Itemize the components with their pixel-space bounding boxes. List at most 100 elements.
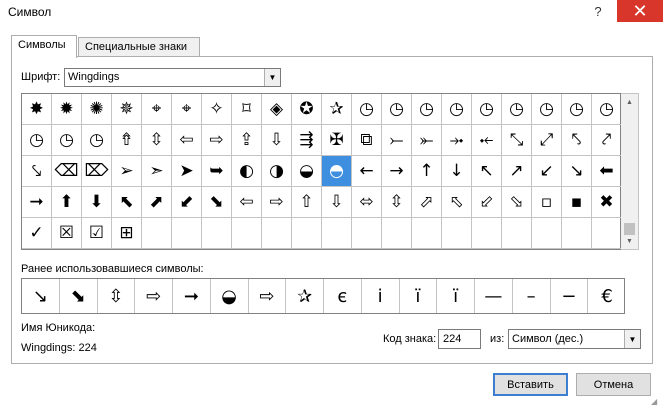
symbol-cell[interactable]: ⬊ (202, 187, 232, 218)
symbol-cell[interactable] (562, 218, 592, 249)
scroll-up-icon[interactable]: ▲ (621, 94, 638, 110)
tab-symbols[interactable]: Символы (11, 35, 77, 58)
symbol-cell[interactable]: ✺ (82, 94, 112, 125)
symbol-cell[interactable]: ◷ (82, 125, 112, 156)
symbol-cell[interactable]: ◑ (262, 156, 292, 187)
symbol-cell[interactable] (142, 218, 172, 249)
symbol-cell[interactable]: ⇨ (202, 125, 232, 156)
symbol-cell[interactable]: ⌖ (172, 94, 202, 125)
symbol-cell[interactable]: ⤥ (22, 156, 52, 187)
close-button[interactable]: ✕ (617, 0, 663, 22)
recent-symbol[interactable]: ї (400, 279, 438, 313)
recent-symbol[interactable]: – (513, 279, 551, 313)
symbol-cell[interactable]: ◐ (232, 156, 262, 187)
symbol-cell[interactable]: ➞ (22, 187, 52, 218)
symbol-cell[interactable]: ◷ (412, 94, 442, 125)
symbol-cell[interactable]: ⬃ (472, 187, 502, 218)
code-input[interactable]: 224 (438, 329, 481, 349)
symbol-cell[interactable]: ▪ (562, 187, 592, 218)
symbol-cell[interactable]: ⇮ (112, 125, 142, 156)
recent-symbol[interactable]: € (588, 279, 626, 313)
symbol-cell[interactable]: ⇪ (232, 125, 262, 156)
symbol-cell[interactable]: ⬋ (172, 187, 202, 218)
scroll-down-icon[interactable]: ▼ (621, 233, 638, 249)
symbol-cell[interactable]: ⬄ (352, 187, 382, 218)
resize-grip-icon[interactable]: ◢ (651, 397, 661, 407)
recent-symbol[interactable]: ✰ (286, 279, 324, 313)
insert-button[interactable]: Вставить (493, 373, 568, 396)
symbol-cell[interactable]: ⇩ (262, 125, 292, 156)
symbol-cell[interactable]: ⤝ (472, 125, 502, 156)
symbol-cell[interactable] (352, 218, 382, 249)
recent-symbol[interactable]: є (324, 279, 362, 313)
symbol-cell[interactable] (502, 218, 532, 249)
symbol-cell[interactable]: ⊞ (112, 218, 142, 249)
symbol-cell[interactable]: ↑ (412, 156, 442, 187)
symbol-cell[interactable]: ← (352, 156, 382, 187)
symbol-cell[interactable]: ✸ (22, 94, 52, 125)
symbol-cell[interactable]: ⤣ (562, 125, 592, 156)
symbol-cell[interactable]: ⤢ (532, 125, 562, 156)
symbol-cell[interactable]: ⬂ (502, 187, 532, 218)
symbol-cell[interactable]: ◈ (262, 94, 292, 125)
symbol-cell[interactable]: ⬀ (412, 187, 442, 218)
symbol-cell[interactable]: ⌦ (82, 156, 112, 187)
symbol-cell[interactable]: ⬆ (52, 187, 82, 218)
symbol-cell[interactable] (442, 218, 472, 249)
symbol-cell[interactable] (322, 218, 352, 249)
symbol-cell[interactable]: ◷ (502, 94, 532, 125)
symbol-cell[interactable]: ⬅ (592, 156, 622, 187)
symbol-cell[interactable] (592, 218, 622, 249)
symbol-cell[interactable] (472, 218, 502, 249)
symbol-cell[interactable] (382, 218, 412, 249)
symbol-cell[interactable]: ⤜ (412, 125, 442, 156)
symbol-cell[interactable]: ⤞ (442, 125, 472, 156)
font-select[interactable]: Wingdings ▼ (64, 68, 281, 87)
symbol-cell[interactable]: ✰ (322, 94, 352, 125)
symbol-cell[interactable]: ↘ (562, 156, 592, 187)
recent-symbol[interactable]: і (362, 279, 400, 313)
symbol-cell[interactable]: ⌫ (52, 156, 82, 187)
symbol-cell[interactable]: ☒ (52, 218, 82, 249)
symbol-cell[interactable]: ↙ (532, 156, 562, 187)
symbol-cell[interactable]: ◷ (22, 125, 52, 156)
symbol-cell[interactable] (262, 218, 292, 249)
symbol-cell[interactable]: ⇨ (262, 187, 292, 218)
chevron-down-icon[interactable]: ▼ (264, 69, 280, 86)
symbol-cell[interactable]: ➢ (112, 156, 142, 187)
symbol-cell[interactable]: ⇶ (292, 125, 322, 156)
symbol-cell[interactable] (292, 218, 322, 249)
symbol-cell[interactable]: ⬇ (82, 187, 112, 218)
symbol-cell[interactable]: ◒ (292, 156, 322, 187)
symbol-cell[interactable] (532, 218, 562, 249)
symbol-cell[interactable]: ✵ (112, 94, 142, 125)
tab-special-characters[interactable]: Специальные знаки (78, 37, 200, 57)
symbol-cell[interactable] (172, 218, 202, 249)
symbol-cell[interactable]: ⇳ (142, 125, 172, 156)
symbol-cell[interactable]: ↖ (472, 156, 502, 187)
recent-symbol[interactable]: ⇨ (249, 279, 287, 313)
recent-symbol[interactable]: ⇳ (98, 279, 136, 313)
symbol-cell[interactable]: ⇦ (232, 187, 262, 218)
symbol-cell[interactable]: ⬈ (142, 187, 172, 218)
symbol-cell[interactable]: ➥ (202, 156, 232, 187)
recent-symbol[interactable]: ➞ (173, 279, 211, 313)
symbol-cell[interactable]: ◷ (442, 94, 472, 125)
symbol-cell[interactable]: ⬁ (442, 187, 472, 218)
symbol-cell[interactable] (232, 218, 262, 249)
symbol-cell[interactable]: ◷ (532, 94, 562, 125)
symbol-cell[interactable]: ↗ (502, 156, 532, 187)
symbol-cell[interactable] (202, 218, 232, 249)
symbol-cell[interactable]: ➤ (172, 156, 202, 187)
symbol-cell[interactable]: ✪ (292, 94, 322, 125)
symbol-cell[interactable]: ➣ (142, 156, 172, 187)
from-select[interactable]: Символ (дес.) ▼ (508, 329, 641, 349)
symbol-cell[interactable]: ⬉ (112, 187, 142, 218)
chevron-down-icon[interactable]: ▼ (624, 330, 640, 348)
symbol-cell[interactable]: ⤤ (592, 125, 622, 156)
recent-symbol[interactable]: ⬊ (60, 279, 98, 313)
symbol-cell[interactable]: ⌖ (142, 94, 172, 125)
symbol-cell[interactable]: ⇦ (172, 125, 202, 156)
symbol-cell[interactable]: ⤡ (502, 125, 532, 156)
symbol-cell[interactable]: ▫ (532, 187, 562, 218)
